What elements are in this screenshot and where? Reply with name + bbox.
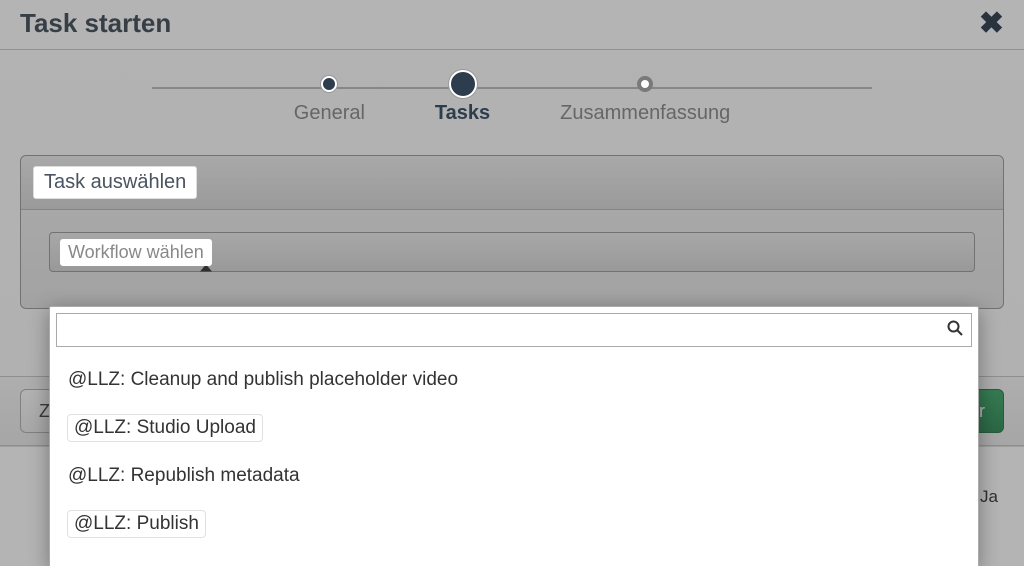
search-icon bbox=[947, 320, 963, 341]
step-general[interactable]: General bbox=[294, 76, 365, 125]
step-label: Tasks bbox=[435, 102, 490, 125]
close-icon[interactable]: ✖ bbox=[979, 9, 1004, 39]
step-dot-done bbox=[321, 76, 337, 92]
dropdown-item-label: @LLZ: Cleanup and publish placeholder vi… bbox=[68, 369, 458, 390]
stepper: General Tasks Zusammenfassung bbox=[0, 50, 1024, 155]
dropdown-item[interactable]: @LLZ: Republish metadata bbox=[50, 453, 978, 499]
step-label: General bbox=[294, 102, 365, 125]
task-select-panel: Task auswählen Workflow wählen bbox=[20, 155, 1004, 309]
modal-header: Task starten ✖ bbox=[0, 0, 1024, 50]
workflow-dropdown: @LLZ: Cleanup and publish placeholder vi… bbox=[49, 306, 979, 566]
dropdown-item-label: @LLZ: Publish bbox=[68, 511, 205, 537]
step-tasks[interactable]: Tasks bbox=[435, 76, 490, 125]
workflow-select-placeholder: Workflow wählen bbox=[60, 239, 212, 266]
dropdown-item-label: @LLZ: Studio Upload bbox=[68, 415, 262, 441]
step-summary[interactable]: Zusammenfassung bbox=[560, 76, 730, 125]
panel-header: Task auswählen bbox=[21, 156, 1003, 210]
dropdown-list: @LLZ: Cleanup and publish placeholder vi… bbox=[50, 353, 978, 566]
dropdown-item[interactable]: @LLZ: Cleanup and publish placeholder vi… bbox=[50, 357, 978, 403]
dropdown-item[interactable]: @LLZ: Publish bbox=[50, 499, 978, 549]
modal-title: Task starten bbox=[20, 8, 171, 39]
dropdown-search bbox=[56, 313, 972, 347]
panel-body: Workflow wählen bbox=[21, 210, 1003, 308]
step-label: Zusammenfassung bbox=[560, 102, 730, 125]
step-dot-future bbox=[637, 76, 653, 92]
panel-header-label: Task auswählen bbox=[33, 166, 197, 199]
dropdown-item[interactable]: @LLZ: Studio Upload bbox=[50, 403, 978, 453]
step-dot-active bbox=[449, 70, 477, 98]
dropdown-item-label: @LLZ: Republish metadata bbox=[68, 465, 300, 486]
background-cell: Ja bbox=[980, 487, 1004, 507]
workflow-select[interactable]: Workflow wählen bbox=[49, 232, 975, 272]
stepper-track: General Tasks Zusammenfassung bbox=[152, 76, 872, 125]
dropdown-search-input[interactable] bbox=[65, 321, 947, 339]
